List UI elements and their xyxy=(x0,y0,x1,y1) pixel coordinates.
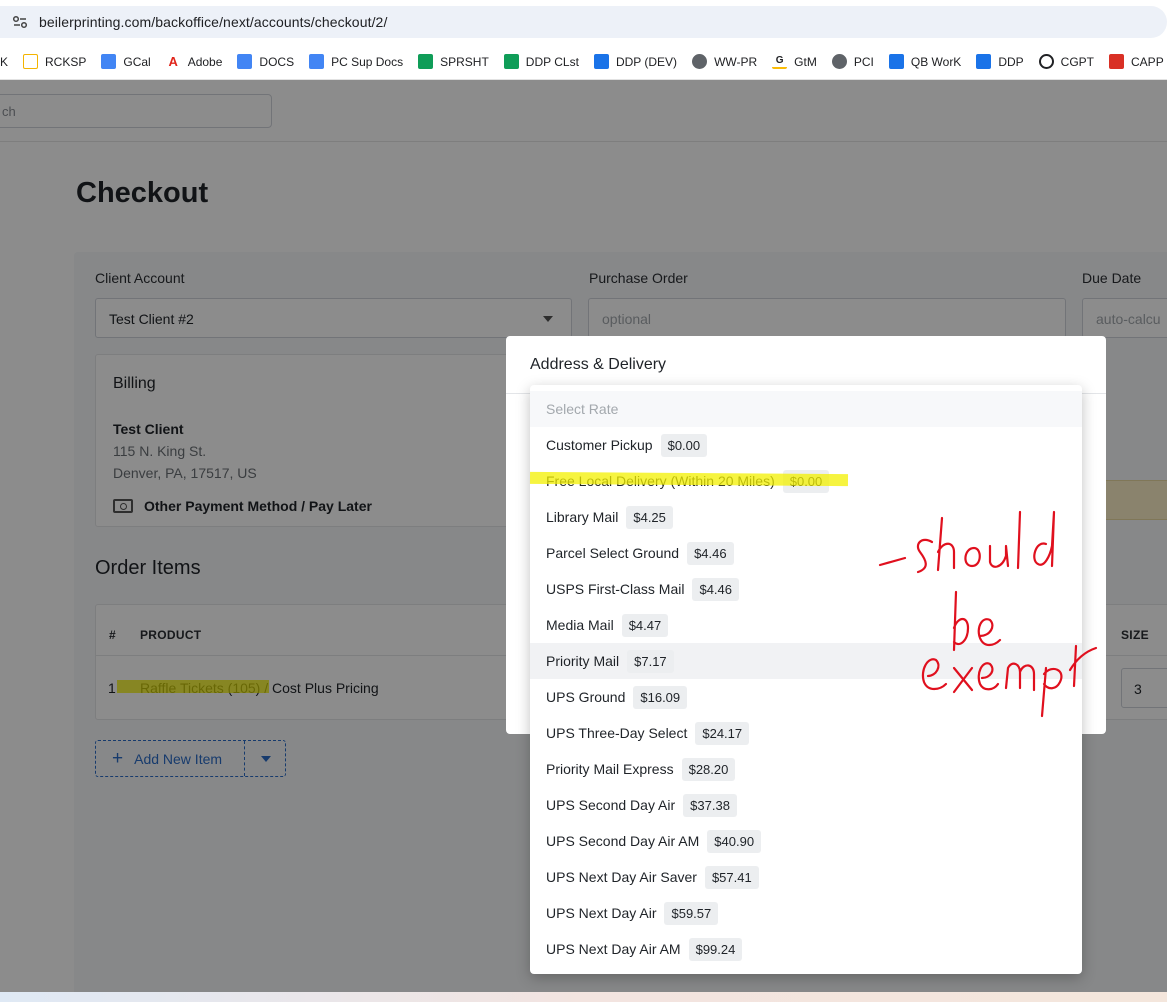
url-text[interactable]: beilerprinting.com/backoffice/next/accou… xyxy=(39,14,387,30)
bookmark-label: PC Sup Docs xyxy=(331,54,404,69)
globe-icon xyxy=(831,54,847,69)
bookmark-label: DOCS xyxy=(259,54,295,69)
bookmark-sk[interactable]: SK xyxy=(0,55,8,69)
file-icon xyxy=(976,54,992,69)
bookmark-label: GtM xyxy=(794,54,817,69)
rate-price-badge: $59.57 xyxy=(664,901,719,925)
openai-icon xyxy=(1038,54,1054,69)
rate-option-label: UPS Next Day Air xyxy=(546,905,657,921)
rate-option[interactable]: UPS Second Day Air AM $40.90 xyxy=(530,823,1082,859)
bookmark-rcksp[interactable]: RCKSP xyxy=(23,54,86,69)
bookmark-cgpt[interactable]: CGPT xyxy=(1038,54,1095,69)
bookmark-label: RCKSP xyxy=(45,54,87,69)
bookmark-label: CGPT xyxy=(1060,54,1095,69)
browser-address-bar: beilerprinting.com/backoffice/next/accou… xyxy=(0,0,1167,44)
rate-option-label: UPS Second Day Air xyxy=(546,797,676,813)
bookmark-label: Adobe xyxy=(187,54,223,69)
rate-option-label: Media Mail xyxy=(546,617,614,633)
docs-icon xyxy=(309,54,325,69)
bookmark-ww-pr[interactable]: WW-PR xyxy=(692,54,757,69)
bookmark-capp[interactable]: CAPP xyxy=(1109,54,1164,69)
app-content: ch Checkout Client Account Test Client #… xyxy=(0,80,1167,992)
bookmark-ddp-clst[interactable]: DDP CLst xyxy=(503,54,579,69)
rate-price-badge: $16.09 xyxy=(633,685,688,709)
rate-price-badge: $4.25 xyxy=(626,505,673,529)
calendar-icon xyxy=(101,54,117,69)
bookmark-label: GCal xyxy=(123,54,151,69)
rate-price-badge: $4.46 xyxy=(687,541,734,565)
bookmark-gtm[interactable]: G GtM xyxy=(772,54,817,69)
bookmark-label: DDP (DEV) xyxy=(615,54,678,69)
capp-icon xyxy=(1109,54,1125,69)
rate-price-badge: $57.41 xyxy=(704,865,759,889)
rate-price-badge: $40.90 xyxy=(707,829,762,853)
rate-price-badge: $7.17 xyxy=(627,649,674,673)
globe-icon xyxy=(692,54,708,69)
rate-price-badge: $4.46 xyxy=(692,577,740,601)
mail-icon xyxy=(23,54,39,69)
rate-option-label: UPS Next Day Air AM xyxy=(546,941,681,957)
rate-option-label: UPS Ground xyxy=(546,689,626,705)
bookmark-sprsht[interactable]: SPRSHT xyxy=(418,54,489,69)
bookmark-label: DDP CLst xyxy=(525,54,579,69)
bookmark-qb-work[interactable]: QB WorK xyxy=(888,54,962,69)
rate-option-label: UPS Next Day Air Saver xyxy=(546,869,697,885)
rate-price-badge: $37.38 xyxy=(683,793,737,817)
rate-option-label: Customer Pickup xyxy=(546,437,653,453)
rate-option[interactable]: UPS Three-Day Select $24.17 xyxy=(530,715,1082,751)
bookmark-label: WW-PR xyxy=(714,54,758,69)
bookmark-docs[interactable]: DOCS xyxy=(237,54,294,69)
rate-option-label: USPS First-Class Mail xyxy=(546,581,685,597)
rate-price-badge: $28.20 xyxy=(681,757,736,781)
bookmark-label: QB WorK xyxy=(910,54,962,69)
site-settings-icon[interactable] xyxy=(11,13,29,31)
rate-option[interactable]: Customer Pickup $0.00 xyxy=(530,427,1082,463)
rate-option-label: Priority Mail Express xyxy=(546,761,674,777)
rate-option-label: UPS Second Day Air AM xyxy=(546,833,700,849)
rate-placeholder: Select Rate xyxy=(530,391,1082,427)
bookmark-adobe[interactable]: A Adobe xyxy=(166,54,223,69)
file-icon xyxy=(593,54,609,69)
g-icon: G xyxy=(772,54,788,69)
bookmark-pc-sup-docs[interactable]: PC Sup Docs xyxy=(309,54,403,69)
bookmark-label: SK xyxy=(0,54,9,69)
highlight-mark xyxy=(529,471,849,487)
rate-option-label: Library Mail xyxy=(546,509,619,525)
adobe-icon: A xyxy=(168,54,178,69)
taskbar-strip xyxy=(0,992,1167,1002)
rate-option[interactable]: UPS Second Day Air $37.38 xyxy=(530,787,1082,823)
bookmark-ddp-dev-[interactable]: DDP (DEV) xyxy=(593,54,678,69)
modal-title: Address & Delivery xyxy=(530,356,667,373)
rate-option-label: Parcel Select Ground xyxy=(546,545,680,561)
bookmark-pci[interactable]: PCI xyxy=(831,54,874,69)
rate-option[interactable]: UPS Next Day Air $59.57 xyxy=(530,895,1082,931)
bookmark-ddp[interactable]: DDP xyxy=(976,54,1024,69)
bookmarks-bar: SK RCKSP GCal A Adobe DOCS PC Sup Docs SPRSHT DD… xyxy=(0,44,1167,80)
rate-option-label: Priority Mail xyxy=(546,653,620,669)
handwritten-annotation xyxy=(878,510,1098,718)
rate-price-badge: $0.00 xyxy=(660,433,708,457)
bookmark-label: CAPP xyxy=(1131,54,1164,69)
sheets-icon xyxy=(503,54,519,69)
bookmark-label: SPRSHT xyxy=(440,54,489,69)
bookmark-gcal[interactable]: GCal xyxy=(101,54,151,69)
rate-price-badge: $99.24 xyxy=(688,937,743,961)
rate-price-badge: $24.17 xyxy=(695,721,750,745)
rate-option[interactable]: UPS Next Day Air Saver $57.41 xyxy=(530,859,1082,895)
rate-option[interactable]: Priority Mail Express $28.20 xyxy=(530,751,1082,787)
rate-option[interactable]: UPS Next Day Air AM $99.24 xyxy=(530,931,1082,967)
bookmark-label: PCI xyxy=(853,54,874,69)
url-field[interactable]: beilerprinting.com/backoffice/next/accou… xyxy=(0,6,1167,38)
docs-icon xyxy=(237,54,253,69)
rate-price-badge: $4.47 xyxy=(621,613,669,637)
rate-option-label: UPS Three-Day Select xyxy=(546,725,688,741)
sheets-icon xyxy=(418,54,434,69)
bookmark-label: DDP xyxy=(998,54,1024,69)
info-icon xyxy=(888,54,904,69)
